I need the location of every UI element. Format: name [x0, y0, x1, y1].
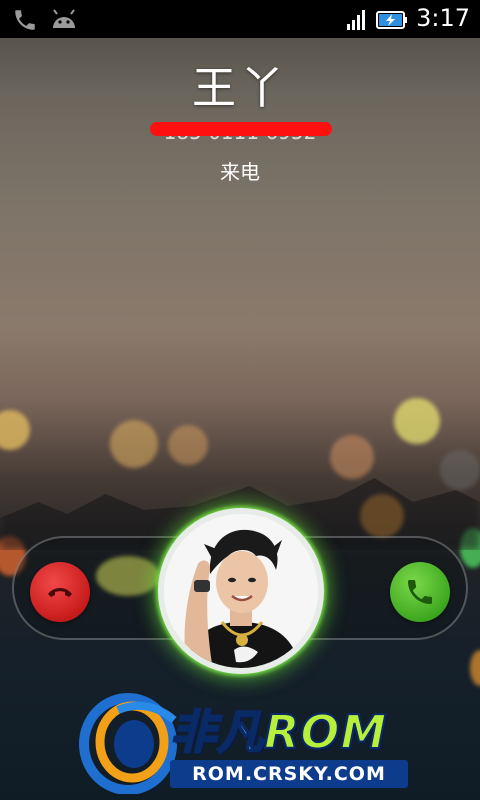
android-icon — [53, 9, 75, 28]
call-state-label: 来电 — [220, 160, 260, 184]
signal-icon — [347, 10, 365, 30]
bokeh-light — [0, 410, 30, 450]
crsky-logo-icon — [79, 693, 177, 794]
accept-button[interactable] — [390, 562, 450, 622]
watermark-url: ROM.CRSKY.COM — [170, 760, 408, 788]
number-redaction-mark — [150, 122, 332, 136]
caller-name: 王丫 — [192, 63, 288, 114]
decline-button[interactable] — [30, 562, 90, 622]
phone-answer-icon — [408, 580, 432, 604]
status-bar: 3:17 — [0, 0, 480, 38]
bokeh-light — [168, 425, 208, 465]
slider-handle[interactable] — [158, 508, 324, 674]
bokeh-light — [394, 398, 440, 444]
bokeh-light — [440, 450, 480, 490]
hang-up-icon — [48, 588, 72, 597]
incoming-call-screen: 3:17 王丫 185 0111 6952 来电 — [0, 0, 480, 800]
bokeh-light — [470, 650, 480, 686]
bokeh-light — [330, 435, 374, 479]
battery-charging-icon — [376, 11, 407, 29]
watermark-title: 非凡ROM — [169, 696, 388, 762]
watermark-title-right: ROM — [263, 704, 388, 760]
status-time: 3:17 — [416, 4, 470, 32]
bokeh-light — [110, 420, 158, 468]
caller-avatar — [164, 514, 318, 668]
phone-icon — [15, 10, 35, 30]
caller-photo — [164, 514, 318, 668]
watermark-title-left: 非凡 — [169, 704, 264, 760]
watermark: 非凡ROM ROM.CRSKY.COM — [78, 690, 418, 794]
